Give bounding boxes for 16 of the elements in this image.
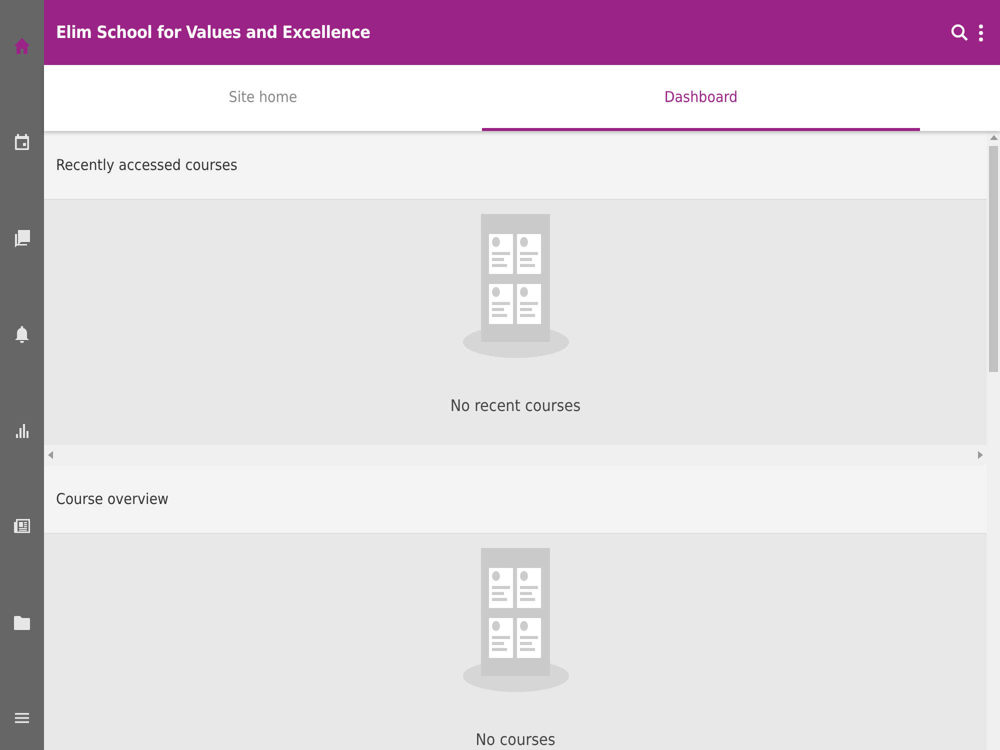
scroll-left-icon bbox=[48, 451, 53, 459]
calendar-icon bbox=[12, 132, 32, 152]
newspaper-icon bbox=[12, 516, 32, 536]
site-title: Elim School for Values and Excellence bbox=[56, 22, 372, 42]
more-icon bbox=[978, 22, 984, 42]
search-icon bbox=[950, 22, 970, 42]
section-title: Recently accessed courses bbox=[56, 156, 238, 174]
scroll-up-icon bbox=[990, 135, 998, 140]
chat-icon bbox=[12, 228, 32, 248]
section-title: Course overview bbox=[56, 490, 169, 508]
tab[interactable]: Site home bbox=[44, 65, 482, 131]
empty-message: No recent courses bbox=[450, 396, 581, 415]
empty-message: No courses bbox=[476, 730, 556, 749]
scrollbar-thumb[interactable] bbox=[989, 146, 998, 372]
scroll-right-icon bbox=[978, 451, 983, 459]
home-icon bbox=[12, 36, 32, 56]
